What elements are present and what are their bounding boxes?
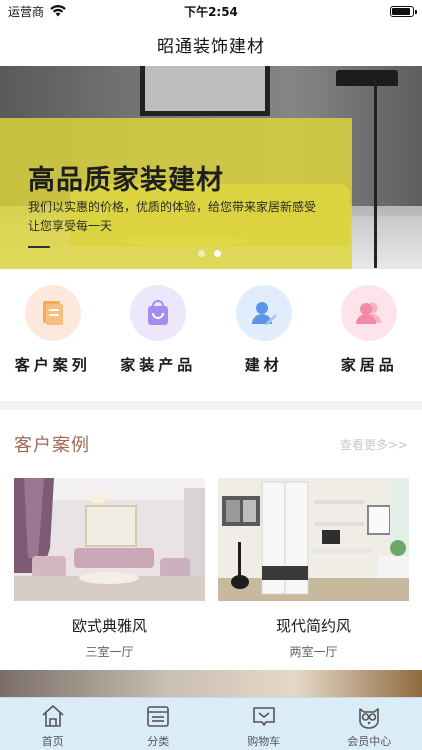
category-circle [24, 285, 81, 341]
banner-rule [28, 246, 50, 248]
users-icon [356, 302, 382, 324]
case-card[interactable]: 欧式典雅风 三室一厅 [14, 478, 205, 660]
category-home-goods[interactable]: 家居品 [317, 285, 422, 385]
category-label: 家装产品 [120, 356, 197, 374]
category-label: 建材 [244, 356, 283, 374]
tab-home[interactable]: 首页 [0, 698, 106, 750]
tab-label: 分类 [147, 735, 170, 748]
list-icon [147, 706, 170, 727]
status-bar: 运营商 下午2:54 [0, 0, 422, 22]
category-customer-cases[interactable]: 客户案列 [0, 285, 106, 385]
shopping-bag-icon [148, 300, 169, 325]
category-circle [235, 285, 292, 341]
section-divider [0, 401, 422, 410]
category-circle [341, 285, 398, 341]
case-title: 现代简约风 [275, 617, 351, 635]
next-case-image-peek [0, 670, 422, 700]
category-grid: 客户案列 家装产品 建材 家居品 [0, 285, 422, 385]
tab-label: 购物车 [247, 735, 281, 748]
banner-subtitle-line1: 我们以实惠的价格，优质的体验，给您带来家居新感受 [28, 200, 317, 214]
tab-bar: 首页 分类 购物车 会员中心 [0, 697, 422, 750]
section-title: 客户案例 [14, 435, 90, 456]
nav-bar: 昭通装饰建材 [0, 22, 422, 66]
european-living-room-image [14, 478, 205, 601]
category-building-materials[interactable]: 建材 [211, 285, 317, 385]
banner-subtitle-line2: 让您享受每一天 [28, 219, 113, 233]
category-circle [130, 285, 187, 341]
carousel-dot[interactable] [214, 250, 221, 257]
case-subtitle: 三室一厅 [85, 645, 134, 659]
tab-label: 首页 [41, 735, 64, 748]
category-label: 家居品 [340, 356, 398, 374]
tab-member-center[interactable]: 会员中心 [317, 698, 422, 750]
case-subtitle: 两室一厅 [289, 645, 338, 659]
category-label: 客户案列 [14, 356, 91, 374]
home-icon [42, 705, 64, 727]
case-image-modern [218, 478, 409, 601]
floor-lamp-pole [374, 78, 377, 268]
book-icon [42, 301, 63, 325]
cart-icon [252, 707, 275, 726]
banner-carousel[interactable]: 高品质家装建材 我们以实惠的价格，优质的体验，给您带来家居新感受 让您享受每一天 [0, 66, 422, 269]
tab-cart[interactable]: 购物车 [211, 698, 317, 750]
view-more-link[interactable]: 查看更多>> [340, 436, 408, 453]
owl-icon [359, 708, 380, 729]
tab-category[interactable]: 分类 [106, 698, 212, 750]
tab-label: 会员中心 [347, 735, 392, 748]
banner-headline: 高品质家装建材 [28, 165, 224, 196]
user-edit-icon [251, 302, 277, 326]
floor-lamp-shade [336, 70, 398, 86]
carrier-label: 运营商 [8, 4, 45, 19]
page-title: 昭通装饰建材 [157, 36, 265, 57]
case-title: 欧式典雅风 [71, 617, 147, 635]
banner-wall-frame [140, 66, 270, 116]
modern-study-room-image [218, 478, 409, 601]
case-card[interactable]: 现代简约风 两室一厅 [218, 478, 409, 660]
category-home-products[interactable]: 家装产品 [106, 285, 212, 385]
carousel-indicator[interactable] [198, 250, 221, 257]
battery-icon [390, 5, 417, 17]
case-list: 欧式典雅风 三室一厅 现代简约风 两室一厅 [14, 478, 409, 660]
case-image-european [14, 478, 205, 601]
wifi-icon [50, 5, 66, 17]
carousel-dot[interactable] [198, 250, 205, 257]
